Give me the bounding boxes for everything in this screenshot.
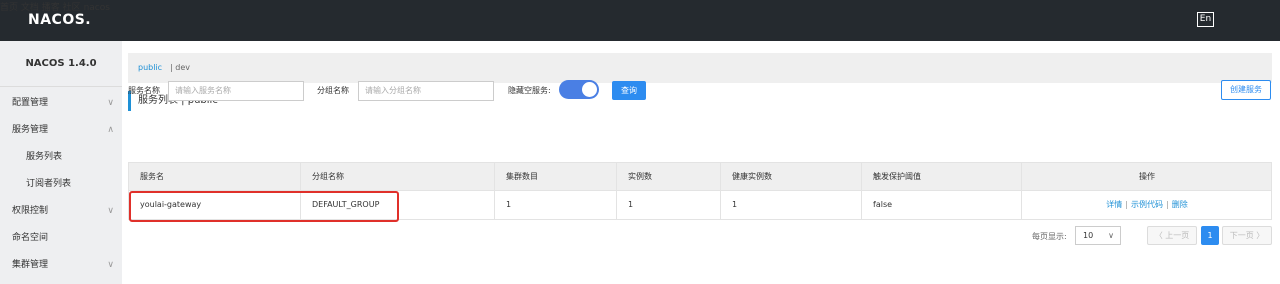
hide-empty-toggle[interactable] [559,80,599,99]
cell-instance-count: 1 [617,191,721,219]
sidebar-item-cluster[interactable]: 集群管理 ∨ [0,252,122,279]
sidebar: NACOS 1.4.0 配置管理 ∨ 服务管理 ∧ 服务列表 订阅者列表 权限控… [0,41,122,284]
sidebar-item-label: 服务管理 [12,125,49,135]
page-number-current[interactable]: 1 [1201,226,1219,245]
page-size-select[interactable]: 10 ∨ [1075,226,1121,245]
sidebar-item-label: 订阅者列表 [26,179,72,189]
version-label: NACOS 1.4.0 [0,41,122,87]
cell-operations: 详情 | 示例代码 | 删除 [1022,191,1272,219]
sidebar-item-label: 配置管理 [12,98,49,108]
chevron-up-icon: ∧ [107,125,114,135]
service-name-label: 服务名称 [128,86,160,95]
highlight-box [129,191,399,222]
header-instance-count: 实例数 [617,163,721,191]
sample-code-link[interactable]: 示例代码 [1131,200,1163,209]
sidebar-item-label: 服务列表 [26,152,63,162]
sidebar-item-label: 命名空间 [12,233,49,243]
details-link[interactable]: 详情 [1106,200,1122,209]
sidebar-item-config[interactable]: 配置管理 ∨ [0,90,122,117]
namespace-bar: public | dev [128,53,1272,83]
header-service-name: 服务名 [129,163,301,191]
header-healthy-count: 健康实例数 [721,163,862,191]
language-toggle[interactable]: En [1197,12,1214,27]
sidebar-item-auth[interactable]: 权限控制 ∨ [0,198,122,225]
chevron-down-icon: ∨ [107,98,114,108]
sidebar-item-label: 权限控制 [12,206,49,216]
header-protect-threshold: 触发保护阈值 [862,163,1022,191]
per-page-label: 每页显示: [1032,232,1067,241]
delete-link[interactable]: 删除 [1172,200,1188,209]
create-service-button[interactable]: 创建服务 [1221,80,1271,100]
nacos-logo[interactable]: NACOS. [28,12,91,28]
next-page-button[interactable]: 下一页 〉 [1222,226,1272,245]
chevron-down-icon: ∨ [1108,231,1114,240]
sidebar-item-service-list[interactable]: 服务列表 [0,144,122,171]
cell-cluster-count: 1 [495,191,617,219]
chevron-down-icon: ∨ [107,206,114,216]
header-group-name: 分组名称 [301,163,495,191]
page-size-value: 10 [1083,231,1094,240]
toggle-knob [582,82,597,97]
sidebar-item-label: 集群管理 [12,260,49,270]
cell-protect-threshold: false [862,191,1022,219]
query-button[interactable]: 查询 [612,81,646,100]
table-header: 服务名 分组名称 集群数目 实例数 健康实例数 触发保护阈值 操作 [128,162,1272,191]
chevron-down-icon: ∨ [107,260,114,270]
header-cluster-count: 集群数目 [495,163,617,191]
divider: | [1166,200,1169,209]
header-operations: 操作 [1139,172,1155,181]
sidebar-item-subscribers[interactable]: 订阅者列表 [0,171,122,198]
namespace-public[interactable]: public [138,63,162,72]
namespace-dev[interactable]: | dev [170,63,190,72]
hide-empty-label: 隐藏空服务: [508,86,551,95]
group-name-label: 分组名称 [317,86,349,95]
sidebar-item-namespace[interactable]: 命名空间 [0,225,122,252]
service-name-input[interactable]: 请输入服务名称 [168,81,304,101]
cell-healthy-count: 1 [721,191,862,219]
divider: | [1125,200,1128,209]
sidebar-item-service[interactable]: 服务管理 ∧ [0,117,122,144]
prev-page-button[interactable]: 〈 上一页 [1147,226,1197,245]
top-nav-bar: NACOS. 首页 文档 播客 社区 En nacos [0,0,1280,41]
group-name-input[interactable]: 请输入分组名称 [358,81,494,101]
nav-home[interactable]: 首页 [0,3,18,13]
